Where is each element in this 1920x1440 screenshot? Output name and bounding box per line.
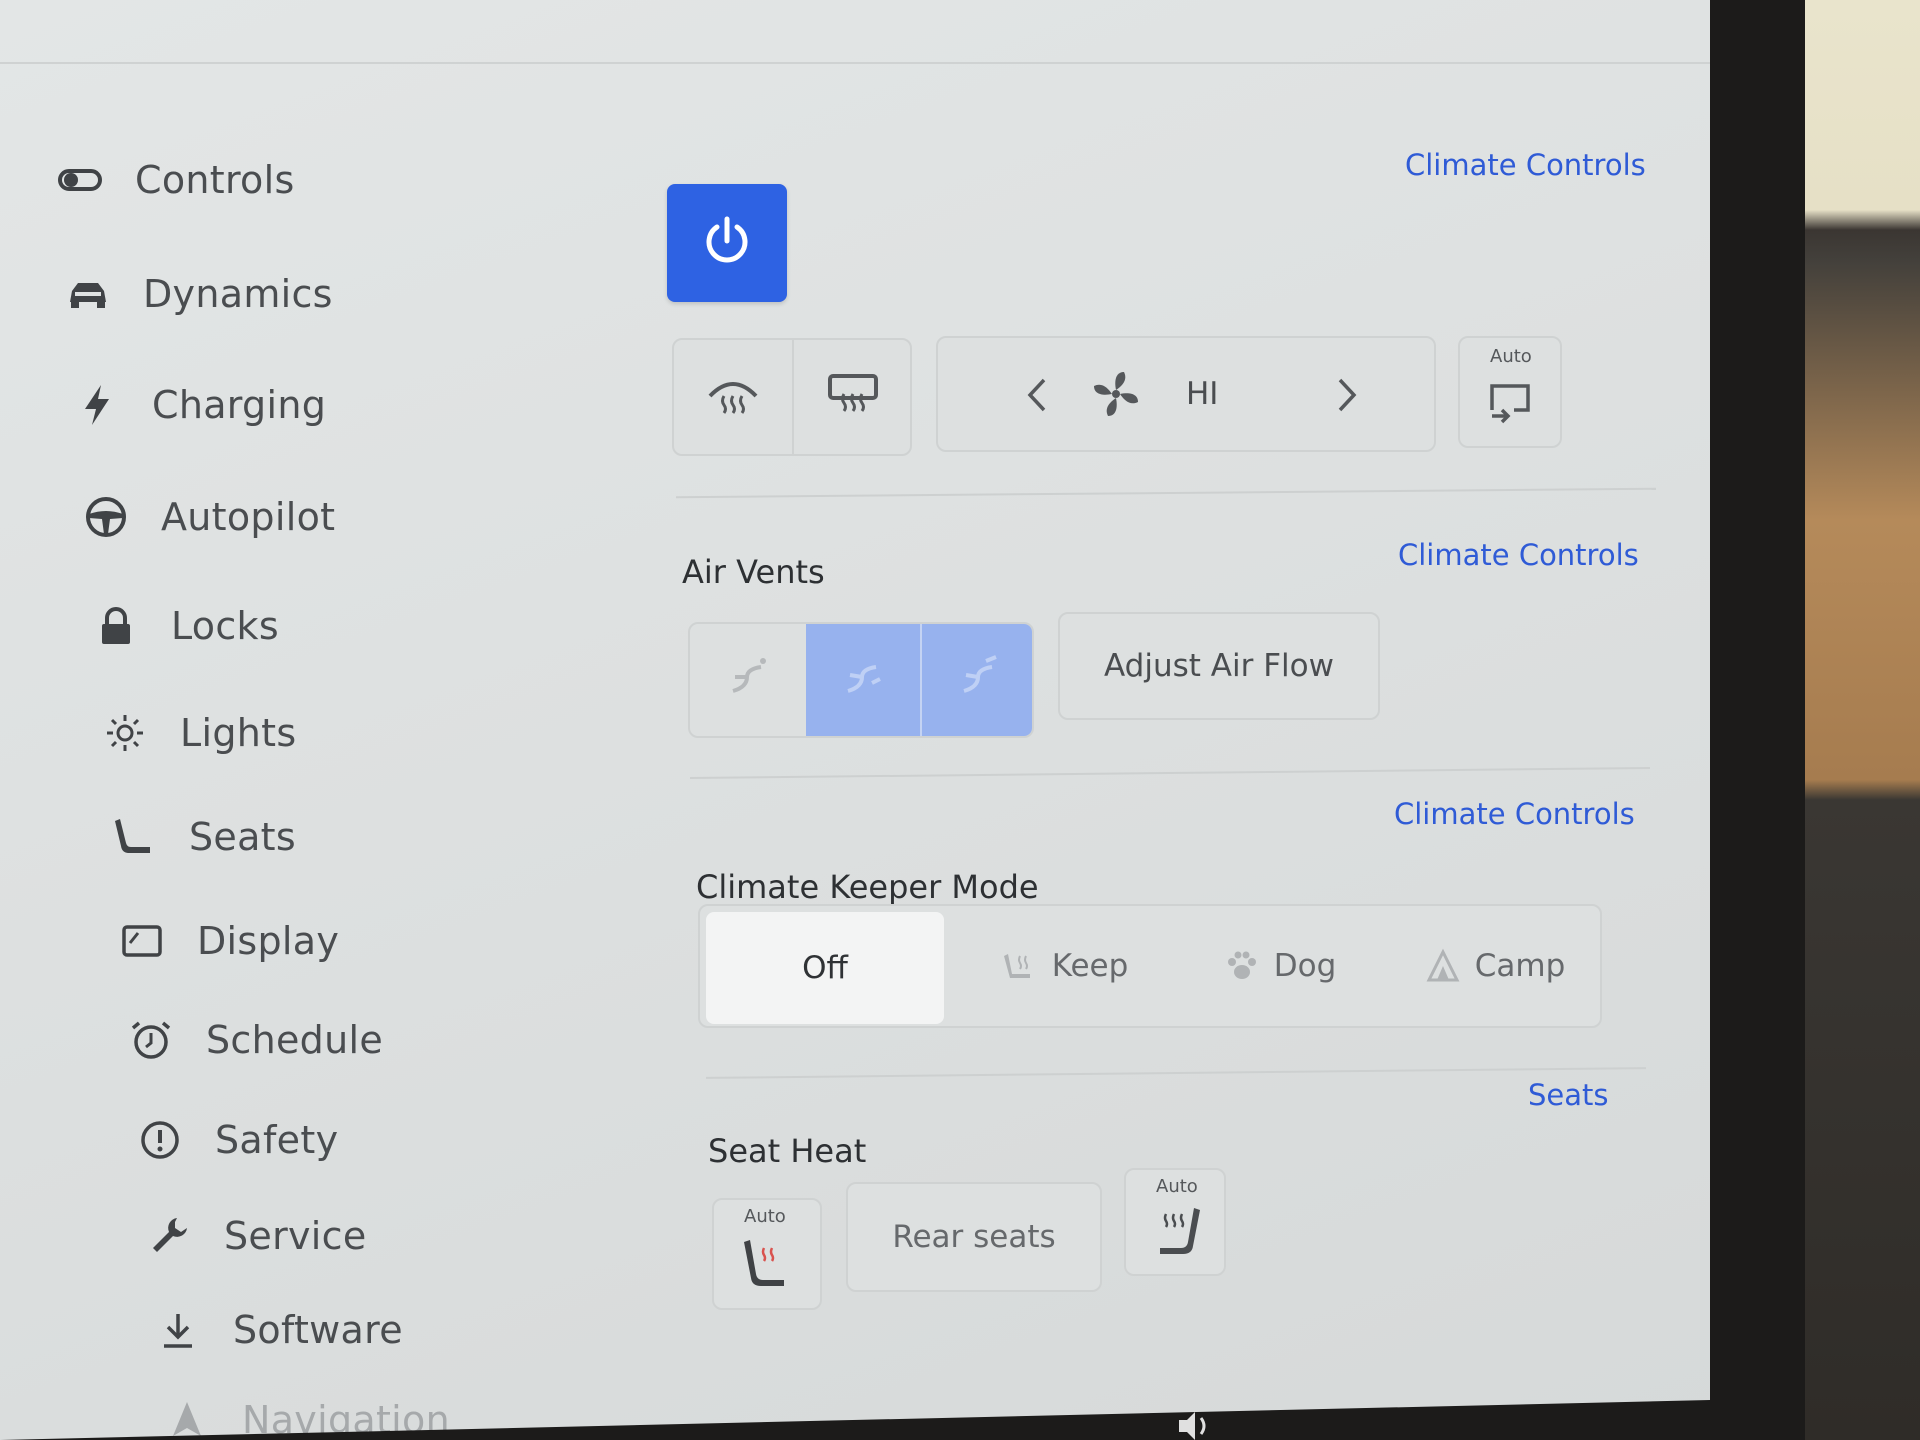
- air-vents-title: Air Vents: [682, 553, 825, 591]
- alarm-clock-icon: [126, 1015, 176, 1065]
- recirculate-icon: [1484, 376, 1536, 428]
- sidebar-item-label: Safety: [215, 1118, 339, 1162]
- display-icon: [117, 916, 167, 966]
- heated-seat-icon: [1150, 1202, 1202, 1264]
- vent-split-icon: [832, 647, 894, 713]
- keeper-option-label: Keep: [1051, 948, 1129, 984]
- keeper-option-dog[interactable]: Dog: [1180, 906, 1380, 1026]
- sidebar-item-schedule[interactable]: Schedule: [126, 1010, 383, 1070]
- adjust-air-flow-button[interactable]: Adjust Air Flow: [1058, 612, 1380, 720]
- sidebar-item-label: Schedule: [206, 1018, 384, 1062]
- chevron-left-icon: [1018, 378, 1058, 422]
- sidebar-item-display[interactable]: Display: [117, 911, 339, 971]
- sidebar-item-safety[interactable]: Safety: [135, 1110, 338, 1170]
- auto-label: Auto: [744, 1206, 786, 1227]
- lightning-icon: [72, 380, 122, 430]
- rear-defrost-icon: [822, 364, 884, 430]
- sidebar-item-label: Software: [233, 1308, 403, 1352]
- sidebar-item-lights[interactable]: Lights: [100, 703, 296, 763]
- fan-seat-icon: [1002, 948, 1038, 984]
- sidebar-item-dynamics[interactable]: Dynamics: [63, 264, 333, 324]
- alert-circle-icon: [135, 1115, 185, 1165]
- adjust-air-flow-label: Adjust Air Flow: [1104, 648, 1334, 684]
- climate-controls-link[interactable]: Climate Controls: [1405, 148, 1646, 182]
- paw-icon: [1224, 948, 1260, 984]
- car-icon: [63, 269, 113, 319]
- sun-icon: [100, 708, 150, 758]
- sidebar-item-seats[interactable]: Seats: [109, 807, 296, 867]
- seat-icon: [109, 812, 159, 862]
- auto-recirculation-button[interactable]: Auto: [1458, 336, 1562, 448]
- fan-speed-control: HI: [936, 336, 1436, 452]
- sidebar-item-charging[interactable]: Charging: [72, 375, 326, 435]
- fan-decrease-button[interactable]: [1018, 372, 1058, 418]
- download-icon: [153, 1305, 203, 1355]
- rear-seats-label: Rear seats: [892, 1219, 1056, 1255]
- auto-label: Auto: [1156, 1176, 1198, 1197]
- sidebar-item-label: Dynamics: [143, 272, 333, 316]
- lock-icon: [91, 601, 141, 651]
- auto-label: Auto: [1490, 346, 1532, 367]
- chevron-right-icon: [1326, 378, 1366, 422]
- vent-mode-focus[interactable]: [690, 624, 806, 736]
- navigation-arrow-icon: [162, 1395, 212, 1440]
- section-divider: [690, 766, 1650, 780]
- vent-mode-split[interactable]: [806, 624, 920, 736]
- keeper-climate-link[interactable]: Climate Controls: [1394, 797, 1635, 831]
- sidebar-item-label: Charging: [152, 383, 327, 427]
- sidebar-item-label: Locks: [171, 604, 279, 648]
- toggle-icon: [55, 155, 105, 205]
- steering-wheel-icon: [81, 492, 131, 542]
- vent-focus-icon: [717, 647, 779, 713]
- wrench-icon: [144, 1211, 194, 1261]
- keeper-option-label: Off: [802, 950, 848, 986]
- fan-level: HI: [1186, 376, 1219, 412]
- climate-panel: Climate Controls HI Auto Air Vents Clima…: [640, 0, 1656, 1440]
- sidebar-item-label: Display: [197, 919, 340, 963]
- fan-icon: [1088, 366, 1144, 422]
- air-vents-climate-link[interactable]: Climate Controls: [1398, 538, 1639, 572]
- sidebar-item-locks[interactable]: Locks: [91, 596, 279, 656]
- climate-keeper-title: Climate Keeper Mode: [696, 868, 1039, 906]
- vent-diffuse-icon: [948, 647, 1010, 713]
- speaker-icon: [1175, 1410, 1215, 1440]
- sidebar-item-controls[interactable]: Controls: [55, 150, 295, 210]
- sidebar-item-service[interactable]: Service: [144, 1206, 367, 1266]
- seats-link[interactable]: Seats: [1528, 1078, 1609, 1112]
- sidebar-item-label: Seats: [189, 815, 296, 859]
- front-defrost-icon: [702, 364, 764, 430]
- fan-increase-button[interactable]: [1326, 372, 1366, 418]
- section-divider: [706, 1067, 1646, 1079]
- keeper-option-label: Camp: [1474, 948, 1566, 984]
- tent-icon: [1425, 948, 1461, 984]
- vent-mode-diffuse[interactable]: [920, 624, 1032, 736]
- front-defrost-button[interactable]: [674, 340, 792, 454]
- climate-keeper-selector: Off Keep Dog Camp: [698, 904, 1602, 1028]
- sidebar-item-label: Controls: [135, 158, 295, 202]
- sidebar: Controls Dynamics Charging Autopilot Loc…: [0, 0, 560, 1440]
- rear-defrost-button[interactable]: [792, 340, 912, 454]
- vent-mode-group: [688, 622, 1034, 738]
- climate-power-button[interactable]: [667, 184, 787, 302]
- power-icon: [699, 213, 755, 273]
- keeper-option-off[interactable]: Off: [706, 912, 944, 1024]
- heated-seat-icon: [742, 1234, 794, 1296]
- section-divider: [676, 487, 1656, 499]
- driver-seat-heat-button[interactable]: Auto: [712, 1198, 822, 1310]
- sidebar-item-label: Autopilot: [161, 495, 336, 539]
- keeper-option-keep[interactable]: Keep: [960, 906, 1170, 1026]
- passenger-seat-heat-button[interactable]: Auto: [1124, 1168, 1226, 1276]
- rear-seats-button[interactable]: Rear seats: [846, 1182, 1102, 1292]
- sidebar-item-software[interactable]: Software: [153, 1300, 403, 1360]
- touchscreen: Controls Dynamics Charging Autopilot Loc…: [0, 0, 1710, 1440]
- defrost-group: [672, 338, 912, 456]
- seat-heat-title: Seat Heat: [708, 1132, 867, 1170]
- sidebar-item-label: Lights: [180, 711, 297, 755]
- keeper-option-label: Dog: [1273, 948, 1337, 984]
- sidebar-item-autopilot[interactable]: Autopilot: [81, 487, 335, 547]
- sidebar-item-label: Service: [224, 1214, 367, 1258]
- keeper-option-camp[interactable]: Camp: [1390, 906, 1600, 1026]
